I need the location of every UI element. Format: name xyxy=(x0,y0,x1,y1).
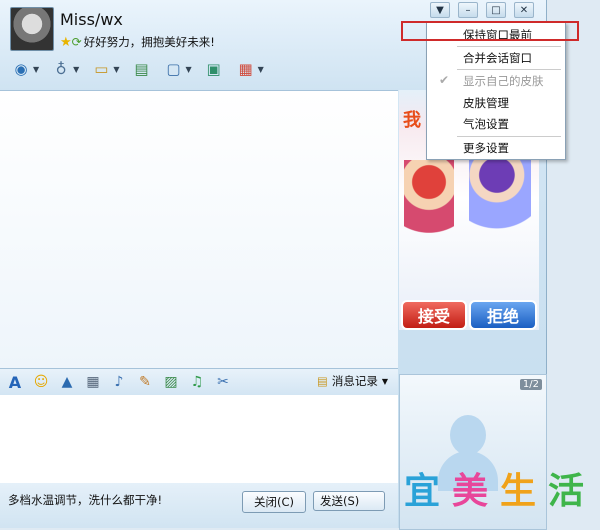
watermark-char: 美 xyxy=(451,471,488,512)
chat-add-icon: ▤ xyxy=(134,60,149,78)
ad-text: 我 xyxy=(403,110,421,131)
menu-separator xyxy=(457,136,561,137)
menu-separator xyxy=(457,69,561,70)
apps-icon: ▦ xyxy=(238,60,253,78)
chevron-down-icon: ▼ xyxy=(436,4,444,16)
bottom-bar: 多档水温调节，洗什么都干净! 关闭(C) 发送(S) xyxy=(0,483,398,528)
status-icon: ⟳ xyxy=(71,35,82,49)
chevron-down-icon: ▼ xyxy=(381,376,388,386)
contact-name: Miss/wx xyxy=(60,10,123,29)
microphone-icon: ♁ xyxy=(55,60,67,78)
watermark-char: 活 xyxy=(547,471,584,512)
music-icon[interactable]: ♫ xyxy=(186,371,208,393)
menu-button[interactable]: ▼ xyxy=(430,2,450,18)
screen-share-icon: ▢ xyxy=(166,60,181,78)
ad-tip-text[interactable]: 多档水温调节，洗什么都干净! xyxy=(8,492,162,508)
cartoon-character-girl xyxy=(404,160,454,270)
send-button[interactable]: 发送(S) xyxy=(313,491,385,511)
context-menu: 保持窗口最前 合并会话窗口 ✔ 显示自己的皮肤 皮肤管理 气泡设置 更多设置 xyxy=(426,22,566,160)
menu-item-skin-manage[interactable]: 皮肤管理 xyxy=(427,93,565,113)
send-file-button[interactable]: ▭ ▼ xyxy=(88,57,122,81)
page-indicator: 1/2 xyxy=(519,379,542,390)
watermark-logo: 宜 美 生 活 xyxy=(392,458,596,518)
user-silhouette-head xyxy=(450,415,486,455)
avatar[interactable] xyxy=(10,7,54,51)
signature: ★⟳ 好好努力，拥抱美好未来! xyxy=(60,34,215,50)
close-button[interactable]: 关闭(C) xyxy=(242,491,306,513)
history-icon: ▤ xyxy=(316,374,328,388)
maximize-icon: □ xyxy=(491,4,501,16)
voice-message-icon[interactable]: ♪ xyxy=(108,371,130,393)
watermark-char: 宜 xyxy=(403,471,440,512)
message-history-button[interactable]: ▤ 消息记录 ▼ xyxy=(317,373,388,389)
chevron-down-icon: ▼ xyxy=(33,64,40,74)
app-share-button[interactable]: ▣ xyxy=(201,57,227,81)
create-discussion-button[interactable]: ▤ xyxy=(128,57,154,81)
menu-separator xyxy=(457,46,561,47)
highlight-box xyxy=(401,21,579,41)
reject-button[interactable]: 拒绝 xyxy=(469,300,537,330)
video-call-button[interactable]: ◉ ▼ xyxy=(8,57,42,81)
folder-icon: ▭ xyxy=(94,60,109,78)
remote-assist-button[interactable]: ▢ ▼ xyxy=(160,57,194,81)
font-icon[interactable]: A xyxy=(4,371,26,393)
close-icon: ✕ xyxy=(519,4,529,16)
screenshot-icon[interactable]: ✂ xyxy=(212,371,234,393)
watermark-char: 生 xyxy=(499,471,536,512)
handwriting-icon[interactable]: ✎ xyxy=(134,371,156,393)
message-history-area[interactable] xyxy=(0,90,398,369)
minimize-icon: – xyxy=(465,4,471,16)
shake-icon[interactable]: ▲ xyxy=(56,371,78,393)
history-label: 消息记录 xyxy=(331,374,378,388)
chevron-down-icon: ▼ xyxy=(73,64,80,74)
menu-item-bubble-settings[interactable]: 气泡设置 xyxy=(427,114,565,134)
message-input[interactable] xyxy=(0,395,398,483)
star-icon: ★ xyxy=(60,35,72,50)
cartoon-character-boy xyxy=(469,145,531,265)
chevron-down-icon: ▼ xyxy=(257,64,264,74)
menu-item-merge-windows[interactable]: 合并会话窗口 xyxy=(427,48,565,68)
emoticon-icon[interactable]: ☺ xyxy=(30,371,52,393)
voice-call-button[interactable]: ♁ ▼ xyxy=(48,57,82,81)
accept-button[interactable]: 接受 xyxy=(401,300,467,330)
chevron-down-icon: ▼ xyxy=(113,64,120,74)
menu-item-show-skin: 显示自己的皮肤 xyxy=(463,74,544,88)
chevron-down-icon: ▼ xyxy=(185,64,192,74)
send-label: 发送(S) xyxy=(320,494,360,508)
minimize-button[interactable]: – xyxy=(458,2,478,18)
maximize-button[interactable]: □ xyxy=(486,2,506,18)
signature-text: 好好努力，拥抱美好未来! xyxy=(83,35,215,49)
picture-icon[interactable]: ▨ xyxy=(160,371,182,393)
film-icon[interactable]: ▦ xyxy=(82,371,104,393)
camera-icon: ◉ xyxy=(14,60,28,78)
close-window-button[interactable]: ✕ xyxy=(514,2,534,18)
image-icon: ▣ xyxy=(206,60,221,78)
apps-button[interactable]: ▦ ▼ xyxy=(233,57,267,81)
format-toolbar: A ☺ ▲ ▦ ♪ ✎ ▨ ♫ ✂ ▤ 消息记录 ▼ xyxy=(0,368,398,396)
chat-toolbar: ◉ ▼ ♁ ▼ ▭ ▼ ▤ ▢ ▼ ▣ ▦ ▼ xyxy=(8,56,267,82)
menu-item-more-settings[interactable]: 更多设置 xyxy=(427,138,565,158)
